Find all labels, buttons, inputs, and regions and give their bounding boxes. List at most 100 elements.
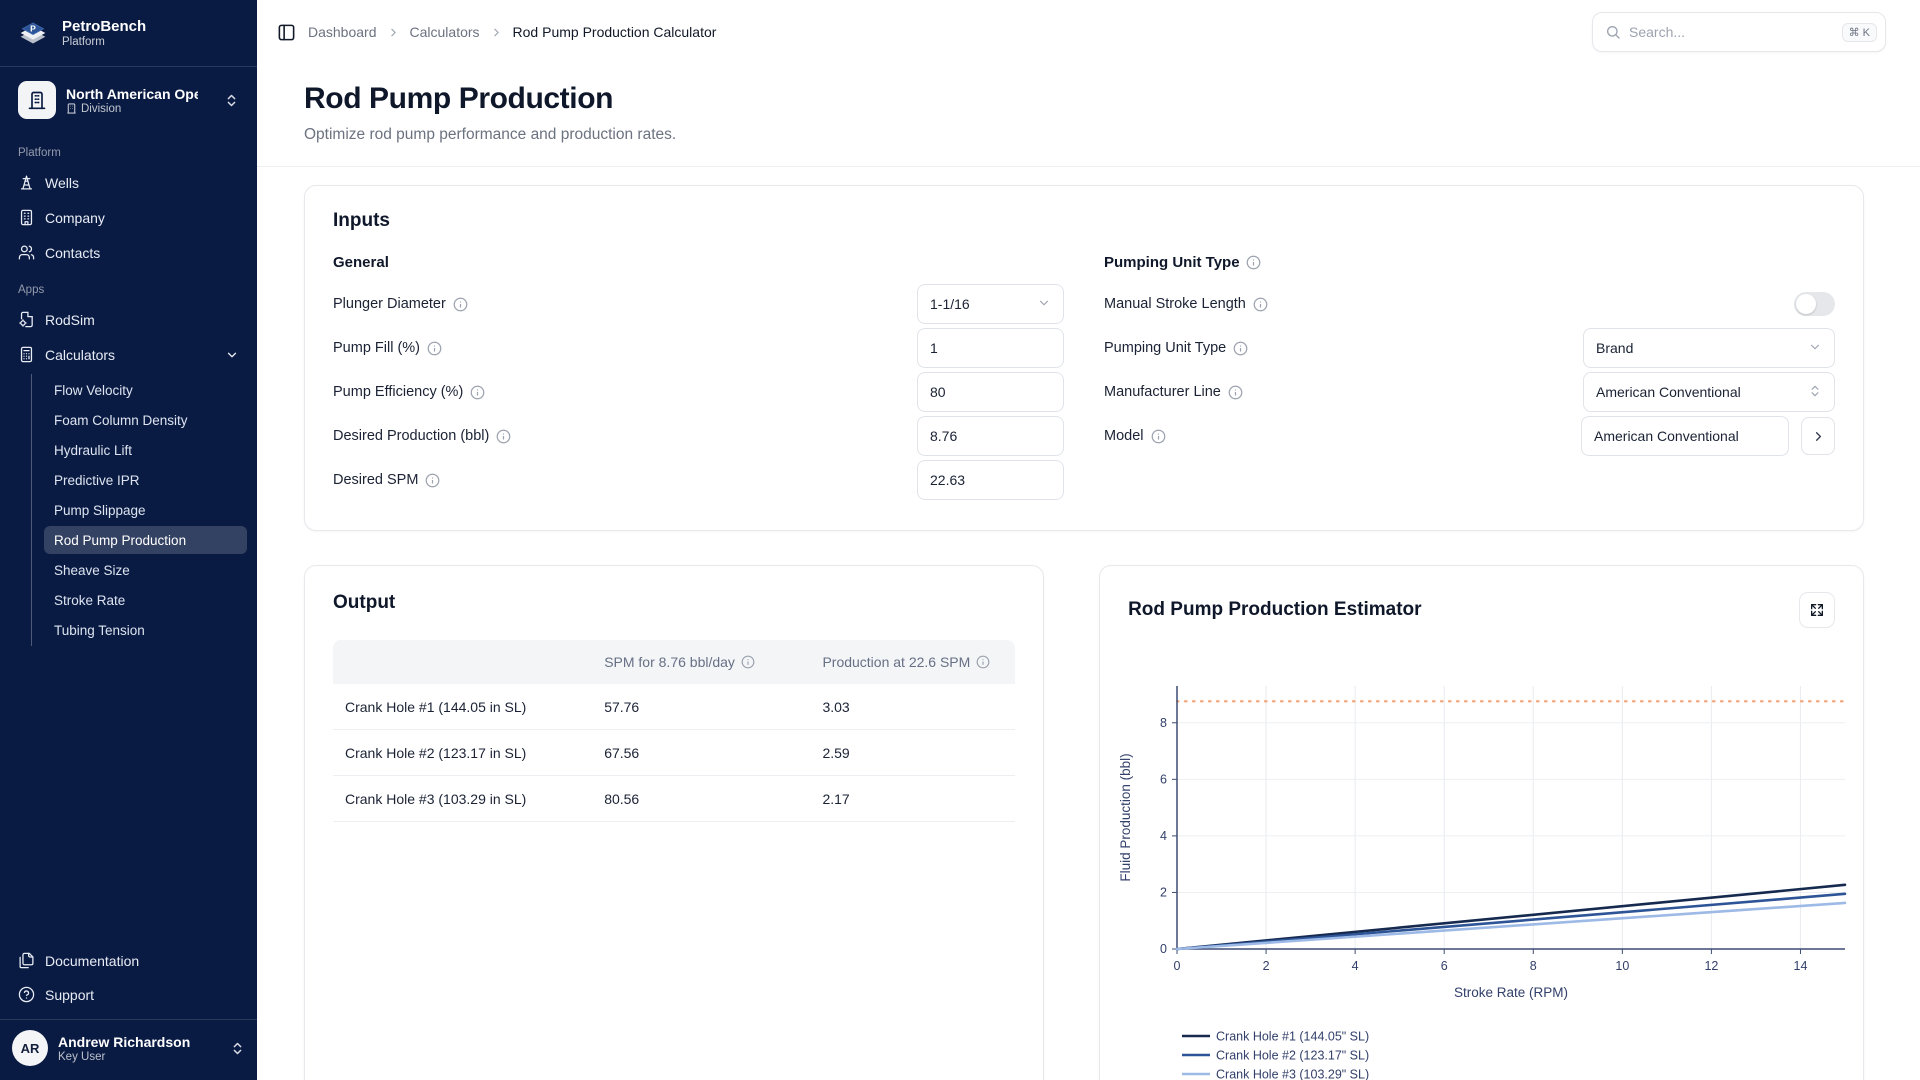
field-pump-fill: Pump Fill (%) bbox=[333, 328, 1064, 368]
sidebar-item-rodsim[interactable]: RodSim bbox=[10, 303, 247, 336]
topbar: Dashboard Calculators Rod Pump Productio… bbox=[257, 0, 1920, 64]
row-spm: 67.56 bbox=[592, 745, 810, 761]
svg-text:0: 0 bbox=[1174, 959, 1181, 973]
field-label: Manual Stroke Length bbox=[1104, 296, 1246, 312]
desired-spm-input[interactable] bbox=[917, 460, 1064, 500]
sidebar-item-contacts[interactable]: Contacts bbox=[10, 236, 247, 269]
search-shortcut-badge: ⌘ K bbox=[1842, 23, 1877, 42]
table-header-production: Production at 22.6 SPM bbox=[822, 654, 970, 670]
info-icon[interactable] bbox=[470, 385, 485, 400]
field-manual-stroke-length: Manual Stroke Length bbox=[1104, 284, 1835, 324]
sidebar-item-support[interactable]: Support bbox=[10, 978, 247, 1011]
pump-efficiency-input[interactable] bbox=[917, 372, 1064, 412]
svg-text:4: 4 bbox=[1160, 829, 1167, 843]
model-field[interactable]: American Conventional bbox=[1581, 416, 1789, 456]
section-label-apps: Apps bbox=[0, 270, 257, 302]
svg-text:Stroke Rate (RPM): Stroke Rate (RPM) bbox=[1454, 985, 1568, 1000]
info-icon[interactable] bbox=[1151, 429, 1166, 444]
info-icon[interactable] bbox=[1253, 297, 1268, 312]
table-row: Crank Hole #2 (123.17 in SL) 67.56 2.59 bbox=[333, 730, 1015, 776]
field-label: Pumping Unit Type bbox=[1104, 340, 1226, 356]
division-icon bbox=[18, 81, 56, 119]
building-icon bbox=[18, 209, 35, 226]
sidebar-subitem-flow-velocity[interactable]: Flow Velocity bbox=[44, 376, 247, 404]
sidebar-subitem-hydraulic-lift[interactable]: Hydraulic Lift bbox=[44, 436, 247, 464]
svg-text:12: 12 bbox=[1705, 959, 1719, 973]
sidebar-subitem-foam-column-density[interactable]: Foam Column Density bbox=[44, 406, 247, 434]
info-icon[interactable] bbox=[1228, 385, 1243, 400]
sidebar-item-calculators[interactable]: Calculators bbox=[10, 338, 247, 371]
plunger-diameter-select[interactable]: 1-1/16 bbox=[917, 284, 1064, 324]
svg-text:8: 8 bbox=[1160, 716, 1167, 730]
sidebar-item-wells[interactable]: Wells bbox=[10, 166, 247, 199]
sidebar-item-label: Calculators bbox=[45, 347, 115, 363]
manual-stroke-length-toggle[interactable] bbox=[1794, 292, 1835, 316]
info-icon[interactable] bbox=[425, 473, 440, 488]
row-production: 2.59 bbox=[810, 745, 1015, 761]
sidebar-subitem-rod-pump-production[interactable]: Rod Pump Production bbox=[44, 526, 247, 554]
field-label: Desired SPM bbox=[333, 472, 418, 488]
svg-text:6: 6 bbox=[1441, 959, 1448, 973]
team-switcher[interactable]: North American Operations Division bbox=[10, 75, 247, 125]
pumping-heading: Pumping Unit Type bbox=[1104, 254, 1240, 271]
derrick-icon bbox=[18, 174, 35, 191]
chevrons-up-down-icon bbox=[230, 1041, 245, 1056]
sidebar-subitem-stroke-rate[interactable]: Stroke Rate bbox=[44, 586, 247, 614]
page-header: Rod Pump Production Optimize rod pump pe… bbox=[257, 64, 1920, 166]
output-table: SPM for 8.76 bbl/day Production at 22.6 … bbox=[333, 640, 1015, 822]
svg-text:0: 0 bbox=[1160, 942, 1167, 956]
sidebar-item-company[interactable]: Company bbox=[10, 201, 247, 234]
info-icon[interactable] bbox=[741, 655, 755, 669]
pump-fill-input[interactable] bbox=[917, 328, 1064, 368]
app-root: P PetroBench Platform North American Ope… bbox=[0, 0, 1920, 1080]
breadcrumb-dashboard[interactable]: Dashboard bbox=[308, 24, 377, 40]
general-heading: General bbox=[333, 248, 1064, 276]
search-box[interactable]: ⌘ K bbox=[1592, 12, 1886, 52]
pumping-unit-type-select[interactable]: Brand bbox=[1583, 328, 1835, 368]
sidebar: P PetroBench Platform North American Ope… bbox=[0, 0, 257, 1080]
desired-production-input[interactable] bbox=[917, 416, 1064, 456]
help-circle-icon bbox=[18, 986, 35, 1003]
field-label: Pump Efficiency (%) bbox=[333, 384, 463, 400]
table-row: Crank Hole #3 (103.29 in SL) 80.56 2.17 bbox=[333, 776, 1015, 822]
row-label: Crank Hole #1 (144.05 in SL) bbox=[333, 699, 592, 715]
row-label: Crank Hole #2 (123.17 in SL) bbox=[333, 745, 592, 761]
avatar: AR bbox=[12, 1030, 48, 1066]
chevron-down-icon bbox=[1808, 340, 1822, 357]
model-next-button[interactable] bbox=[1801, 417, 1835, 455]
info-icon[interactable] bbox=[1233, 341, 1248, 356]
sidebar-subitem-predictive-ipr[interactable]: Predictive IPR bbox=[44, 466, 247, 494]
sidebar-subitem-pump-slippage[interactable]: Pump Slippage bbox=[44, 496, 247, 524]
user-menu[interactable]: AR Andrew Richardson Key User bbox=[0, 1020, 257, 1080]
user-role: Key User bbox=[58, 1051, 190, 1063]
info-icon[interactable] bbox=[1246, 255, 1261, 270]
chevrons-up-down-icon bbox=[224, 93, 239, 108]
chevrons-up-down-icon bbox=[1808, 384, 1822, 401]
sidebar-item-documentation[interactable]: Documentation bbox=[10, 944, 247, 977]
row-spm: 80.56 bbox=[592, 791, 810, 807]
svg-text:2: 2 bbox=[1160, 885, 1167, 899]
info-icon[interactable] bbox=[427, 341, 442, 356]
sidebar-item-label: Support bbox=[45, 987, 94, 1003]
info-icon[interactable] bbox=[496, 429, 511, 444]
files-icon bbox=[18, 952, 35, 969]
sidebar-subitem-tubing-tension[interactable]: Tubing Tension bbox=[44, 616, 247, 644]
breadcrumb-calculators[interactable]: Calculators bbox=[410, 24, 480, 40]
select-value: American Conventional bbox=[1596, 384, 1741, 400]
building-mini-icon bbox=[66, 103, 77, 114]
search-input[interactable] bbox=[1629, 24, 1834, 40]
section-label-platform: Platform bbox=[0, 133, 257, 165]
sidebar-subitem-sheave-size[interactable]: Sheave Size bbox=[44, 556, 247, 584]
sidebar-toggle-icon[interactable] bbox=[277, 23, 296, 42]
field-desired-spm: Desired SPM bbox=[333, 460, 1064, 500]
manufacturer-line-select[interactable]: American Conventional bbox=[1583, 372, 1835, 412]
sidebar-item-label: RodSim bbox=[45, 312, 95, 328]
field-pump-efficiency: Pump Efficiency (%) bbox=[333, 372, 1064, 412]
info-icon[interactable] bbox=[453, 297, 468, 312]
team-subtitle: Division bbox=[81, 103, 121, 115]
chevron-down-icon bbox=[1037, 296, 1051, 313]
expand-chart-button[interactable] bbox=[1799, 592, 1835, 628]
user-name: Andrew Richardson bbox=[58, 1034, 190, 1050]
field-plunger-diameter: Plunger Diameter 1-1/16 bbox=[333, 284, 1064, 324]
info-icon[interactable] bbox=[976, 655, 990, 669]
